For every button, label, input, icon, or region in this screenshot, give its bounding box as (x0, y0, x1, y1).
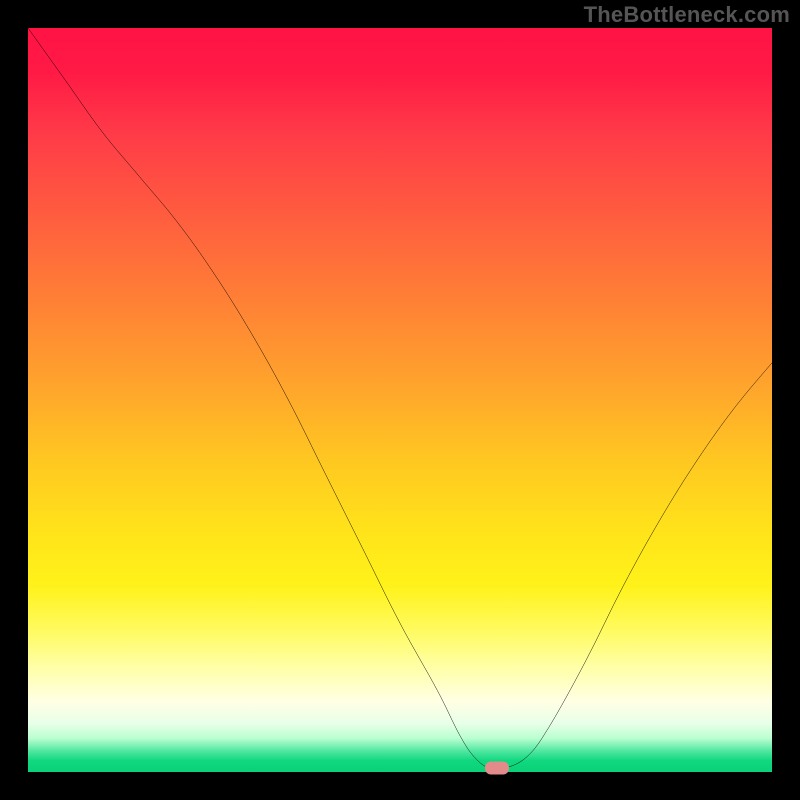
plot-area (28, 28, 772, 772)
attribution-label: TheBottleneck.com (584, 2, 790, 28)
bottleneck-curve (28, 28, 772, 772)
chart-frame: TheBottleneck.com (0, 0, 800, 800)
optimal-marker (485, 762, 509, 775)
